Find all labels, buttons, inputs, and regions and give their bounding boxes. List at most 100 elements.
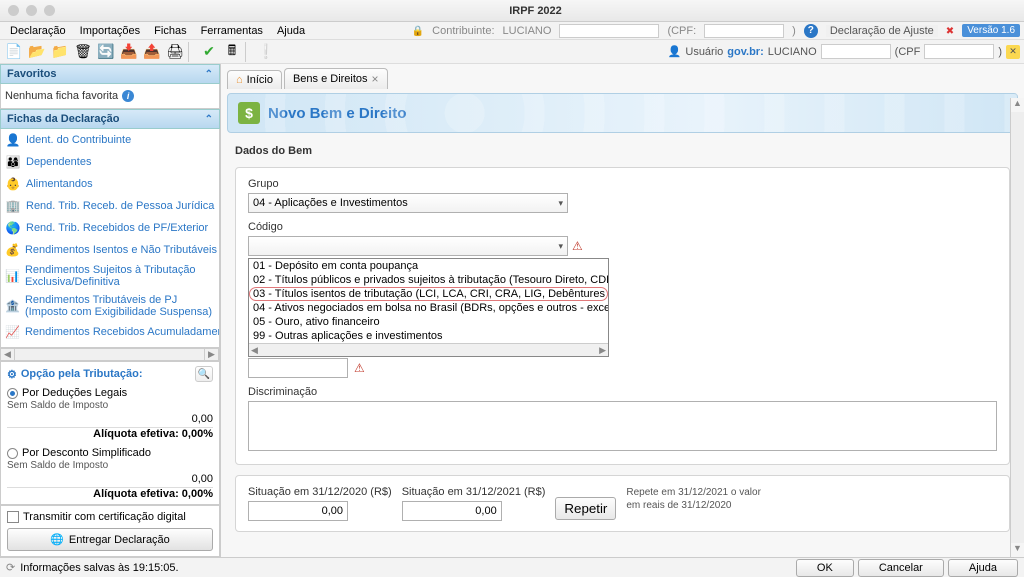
codigo-option[interactable]: 01 - Depósito em conta poupança [249, 259, 608, 273]
close-tab-icon[interactable] [372, 72, 379, 86]
tool-swap-icon[interactable]: 🔄 [96, 42, 116, 62]
close-window-icon[interactable] [8, 5, 19, 16]
tool-delete-icon[interactable]: 🗑 [73, 42, 93, 62]
radio-deducoes[interactable]: Por Deduções Legais [7, 386, 213, 400]
tool-info-icon[interactable]: ❕ [256, 42, 276, 62]
situacao2021-input[interactable] [402, 501, 502, 521]
menu-ajuda[interactable]: Ajuda [271, 24, 311, 38]
repete-hint: Repete em 31/12/2021 o valor em reais de… [626, 486, 761, 512]
tab-bens-direitos[interactable]: Bens e Direitos [284, 68, 388, 89]
dropdown-scrollbar[interactable]: ◀▶ [249, 343, 608, 356]
traffic-lights [8, 5, 55, 16]
content-area: Início Bens e Direitos $ Novo Bem e Dire… [221, 64, 1024, 557]
codigo-select[interactable]: ▾ [248, 236, 568, 256]
opcao-title: Opção pela Tributação: [21, 368, 143, 380]
tool-out-icon[interactable]: 📤 [142, 42, 162, 62]
opcao-tributacao: ⚙ Opção pela Tributação: 🔍 Por Deduções … [0, 361, 220, 505]
badge-ajuste: Declaração de Ajuste [826, 25, 938, 37]
tool-in-icon[interactable]: 📥 [119, 42, 139, 62]
cancelar-button[interactable]: Cancelar [858, 559, 944, 577]
ajuda-button[interactable]: Ajuda [948, 559, 1018, 577]
entregar-button[interactable]: 🌐 Entregar Declaração [7, 528, 213, 551]
user-label: Usuário [685, 46, 723, 58]
ficha-rend-acum[interactable]: 📈Rendimentos Recebidos Acumuladamente [1, 321, 219, 343]
chevron-down-icon: ▾ [558, 198, 563, 209]
ficha-rend-trib-excl[interactable]: 📊Rendimentos Sujeitos à Tributação Exclu… [1, 261, 219, 291]
tool-calc-icon[interactable]: 🖩 [222, 42, 242, 62]
content-scrollbar[interactable]: ▲▼ [1010, 98, 1024, 557]
toolbar-cpf-label: (CPF [895, 46, 921, 58]
checkbox-icon[interactable] [7, 511, 19, 523]
tool-open-icon[interactable]: 📂 [27, 42, 47, 62]
chevron-up-icon [205, 68, 213, 80]
codigo-option[interactable]: 05 - Ouro, ativo financeiro [249, 315, 608, 329]
refresh-icon: ⟳ [6, 561, 15, 574]
lock-icon [412, 25, 424, 37]
chevron-down-icon: ▾ [558, 241, 563, 252]
panel-fichas-header[interactable]: Fichas da Declaração [0, 109, 220, 129]
section-title: Dados do Bem [235, 145, 1010, 157]
repetir-button[interactable]: Repetir [555, 497, 616, 520]
small-input-field[interactable] [248, 358, 348, 378]
ficha-dependentes[interactable]: 👨‍👩‍👦Dependentes [1, 151, 219, 173]
menu-fichas[interactable]: Fichas [148, 24, 192, 38]
tool-print-icon[interactable]: 🖨 [165, 42, 185, 62]
minimize-window-icon[interactable] [26, 5, 37, 16]
panel-favoritos-header[interactable]: Favoritos [0, 64, 220, 84]
warning-icon: ⚠ [572, 239, 583, 253]
radio-off-icon [7, 448, 18, 459]
favoritos-empty: Nenhuma ficha favorita [5, 90, 118, 102]
menu-declaracao[interactable]: Declaração [4, 24, 72, 38]
menu-importacoes[interactable]: Importações [74, 24, 147, 38]
form-box-main: Grupo 04 - Aplicações e Investimentos ▾ … [235, 167, 1010, 465]
cpf-field [704, 24, 784, 38]
chevron-up-icon [205, 113, 213, 125]
fichas-title: Fichas da Declaração [7, 113, 120, 125]
sem-saldo-1: Sem Saldo de Imposto [7, 400, 213, 411]
ficha-rend-pj[interactable]: 🏢Rend. Trib. Receb. de Pessoa Jurídica [1, 195, 219, 217]
menu-ferramentas[interactable]: Ferramentas [195, 24, 269, 38]
situacao2020-label: Situação em 31/12/2020 (R$) [248, 486, 392, 498]
tab-inicio[interactable]: Início [227, 70, 282, 89]
codigo-option[interactable]: 02 - Títulos públicos e privados sujeito… [249, 273, 608, 287]
codigo-option[interactable]: 04 - Ativos negociados em bolsa no Brasi… [249, 301, 608, 315]
ficha-rend-pf[interactable]: 🌎Rend. Trib. Recebidos de PF/Exterior [1, 217, 219, 239]
form-area: Dados do Bem Grupo 04 - Aplicações e Inv… [221, 133, 1024, 557]
separator [188, 42, 196, 62]
tool-check-icon[interactable]: ✔ [199, 42, 219, 62]
ficha-rend-trib-pj[interactable]: 🏦Rendimentos Tributáveis de PJ (Imposto … [1, 291, 219, 321]
maximize-window-icon[interactable] [44, 5, 55, 16]
codigo-option[interactable]: 99 - Outras aplicações e investimentos [249, 329, 608, 343]
user-info: 👤 Usuário gov.br: LUCIANO (CPF ) ✕ [668, 44, 1020, 59]
radio-desconto[interactable]: Por Desconto Simplificado [7, 446, 213, 460]
opcao-aliquota-1: Alíquota efetiva: 0,00% [7, 428, 213, 440]
opcao-aliquota-2: Alíquota efetiva: 0,00% [7, 488, 213, 500]
opcao-valor-2: 0,00 [7, 471, 213, 488]
page-title: Novo Bem e Direito [268, 105, 406, 122]
ficha-list: 👤Ident. do Contribuinte 👨‍👩‍👦Dependentes… [0, 129, 220, 348]
status-message: Informações salvas às 19:15:05. [20, 562, 178, 574]
ficha-scrollbar[interactable]: ◀▶ [0, 348, 220, 361]
ficha-alimentandos[interactable]: 👶Alimentandos [1, 173, 219, 195]
discriminacao-label: Discriminação [248, 386, 997, 398]
tool-open2-icon[interactable]: 📁 [50, 42, 70, 62]
grupo-select[interactable]: 04 - Aplicações e Investimentos ▾ [248, 193, 568, 213]
ficha-ident[interactable]: 👤Ident. do Contribuinte [1, 129, 219, 151]
cert-checkbox-row[interactable]: Transmitir com certificação digital [7, 511, 213, 523]
tool-new-icon[interactable]: 📄 [4, 42, 24, 62]
tabs-row: Início Bens e Direitos [221, 64, 1024, 89]
radio-on-icon [7, 388, 18, 399]
info-icon[interactable]: i [122, 90, 134, 102]
ok-button[interactable]: OK [796, 559, 854, 577]
ficha-rend-isentos[interactable]: 💰Rendimentos Isentos e Não Tributáveis [1, 239, 219, 261]
user-name: LUCIANO [768, 46, 817, 58]
situacao2020-input[interactable] [248, 501, 348, 521]
contrib-label: Contribuinte: [432, 25, 494, 37]
help-icon[interactable]: ? [804, 24, 818, 38]
situacao2021-label: Situação em 31/12/2021 (R$) [402, 486, 546, 498]
codigo-option-highlighted[interactable]: 03 - Títulos isentos de tributação (LCI,… [249, 287, 608, 301]
close-user-icon[interactable]: ✕ [1006, 45, 1020, 59]
toolbar: 📄 📂 📁 🗑 🔄 📥 📤 🖨 ✔ 🖩 ❕ 👤 Usuário gov.br: … [0, 40, 1024, 64]
discriminacao-input[interactable] [248, 401, 997, 451]
search-icon[interactable]: 🔍 [195, 366, 213, 382]
